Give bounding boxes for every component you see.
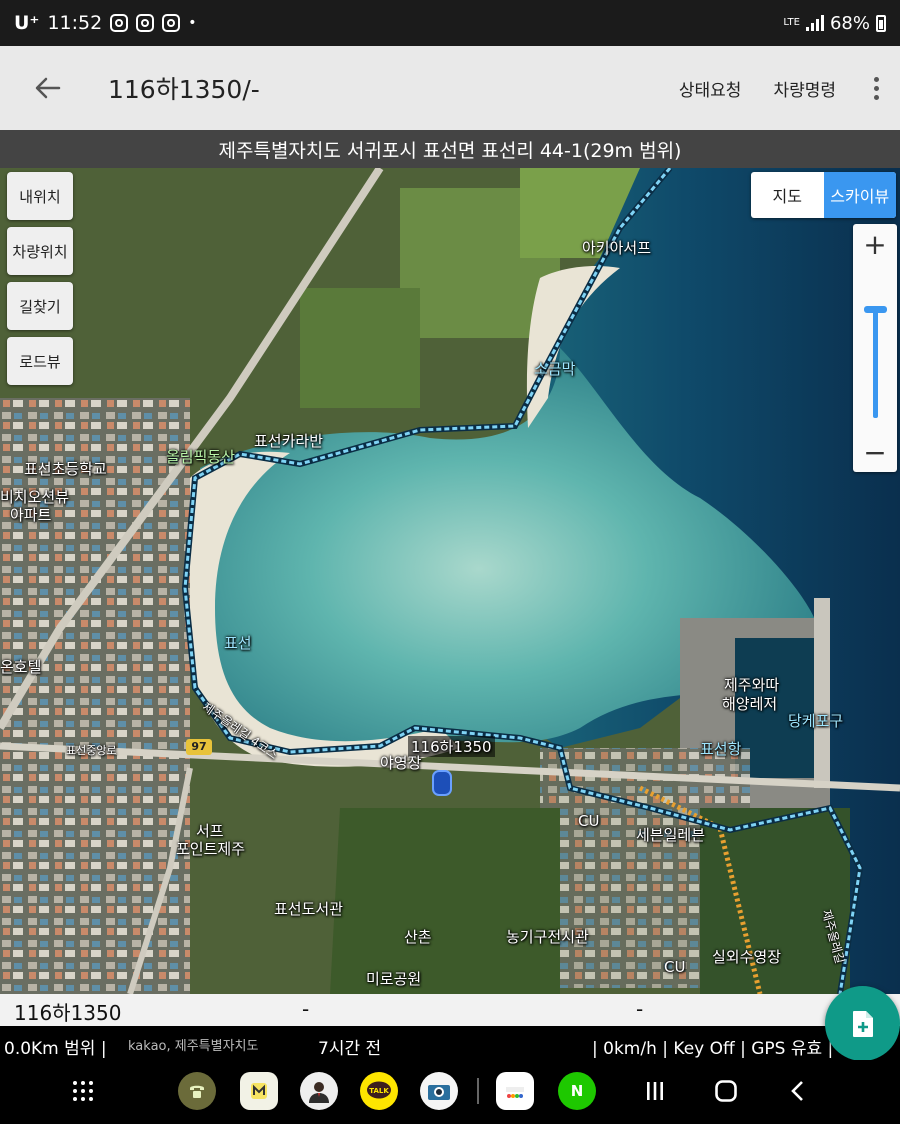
map-label-school: 표선초등학교: [24, 460, 107, 478]
map-label-farm-museum: 농기구전시관: [506, 928, 589, 946]
my-location-button[interactable]: 내위치: [7, 172, 73, 220]
vehicle-command-button[interactable]: 차량명령: [757, 76, 852, 101]
address-bar: 제주특별자치도 서귀포시 표선면 표선리 44-1(29m 범위): [0, 130, 900, 168]
map-label-jejuwa-2: 해양레저: [722, 695, 778, 713]
contacts-app-icon[interactable]: [300, 1072, 338, 1110]
app-header: 116하1350/- 상태요청 차량명령: [0, 46, 900, 130]
dock-divider: [477, 1078, 479, 1104]
add-document-icon: [852, 1010, 873, 1037]
carrier-label: U⁺: [14, 12, 40, 34]
instagram-icon: [110, 14, 129, 32]
vehicle-marker-icon[interactable]: [432, 770, 452, 796]
directions-button[interactable]: 길찾기: [7, 282, 73, 330]
range-text: 0.0Km 범위 |: [4, 1039, 107, 1059]
map-label-library: 표선도서관: [274, 900, 344, 918]
battery-icon: [876, 14, 886, 32]
map-label-jejuwa-1: 제주와따: [724, 676, 780, 694]
kakaotalk-icon[interactable]: TALK: [360, 1072, 398, 1110]
add-document-button[interactable]: [825, 986, 900, 1061]
vehicle-info-bar: 116하1350 - -: [0, 994, 900, 1026]
nav-back-icon[interactable]: [778, 1072, 816, 1110]
map-label-miro-park: 미로공원: [366, 970, 422, 988]
vehicle-location-button[interactable]: 차량위치: [7, 227, 73, 275]
camera-app-icon[interactable]: [420, 1072, 458, 1110]
map-watermark: kakao, 제주특별자치도: [128, 1039, 259, 1054]
agoda-app-icon[interactable]: [496, 1072, 534, 1110]
lte-icon: LTE: [783, 17, 800, 28]
status-request-button[interactable]: 상태요청: [663, 76, 758, 101]
map-label-seopo-2: 포인트제주: [176, 840, 246, 858]
map-view-tab[interactable]: 지도: [751, 172, 824, 218]
recents-icon[interactable]: [636, 1072, 674, 1110]
map-label-campsite: 야영장: [380, 754, 422, 772]
map-label-aki: 아키아서프: [582, 239, 652, 257]
more-options-icon[interactable]: [852, 76, 900, 100]
map-label-cu: CU: [578, 812, 600, 830]
map-label-hotel: 온호텔: [0, 658, 42, 676]
info-plate: 116하1350: [14, 1001, 122, 1025]
zoom-in-button[interactable]: +: [853, 224, 897, 264]
notification-dot: •: [188, 15, 197, 31]
map-label-sanchon: 산촌: [404, 928, 432, 946]
clock: 11:52: [47, 12, 103, 34]
naver-label: N: [571, 1082, 584, 1100]
route-number-badge: 97: [191, 740, 207, 753]
naver-app-icon[interactable]: N: [558, 1072, 596, 1110]
map-label-karaban: 표선카라반: [254, 432, 324, 450]
map-view[interactable]: 아키아서프 소금막 표선카라반 올림픽동산 표선초등학교 비치오션뷰 아파트 온…: [0, 168, 900, 994]
engine-status-text: | 0km/h | Key Off | GPS 유효 |: [592, 1039, 834, 1059]
zoom-slider-thumb[interactable]: [864, 306, 887, 313]
map-label-olympic-park: 올림픽동산: [166, 448, 236, 466]
map-label-pyoseon-port: 표선항: [700, 740, 742, 758]
system-nav-bar: TALK N: [0, 1060, 900, 1124]
map-label-pyoseon-beach: 표선: [224, 634, 252, 652]
map-label-pool: 실외수영장: [712, 948, 782, 966]
map-label-dangke: 당케포구: [788, 712, 844, 730]
back-arrow-icon[interactable]: [0, 46, 96, 130]
map-label-road: 표선중앙로: [66, 744, 117, 757]
memo-app-icon[interactable]: [240, 1072, 278, 1110]
map-type-toggle: 지도 스카이뷰: [751, 172, 896, 218]
zoom-out-button[interactable]: −: [853, 432, 897, 472]
info-field-3: -: [636, 997, 644, 1021]
satellite-map-image: [0, 168, 900, 994]
vehicle-status-line: 0.0Km 범위 | kakao, 제주특별자치도 7시간 전 | 0km/h …: [0, 1026, 900, 1060]
app-drawer-icon[interactable]: [64, 1072, 102, 1110]
zoom-slider-track[interactable]: [873, 306, 878, 418]
map-label-7eleven: 세븐일레븐: [636, 826, 706, 844]
time-ago-text: 7시간 전: [318, 1039, 382, 1059]
signal-icon: [805, 15, 824, 31]
map-label-sogeummak: 소금막: [534, 360, 576, 378]
battery-percent: 68%: [829, 12, 870, 34]
status-bar: U⁺ 11:52 • LTE 68%: [0, 0, 900, 46]
kakaotalk-label: TALK: [369, 1087, 389, 1095]
instagram-icon: [136, 14, 155, 32]
phone-app-icon[interactable]: [178, 1072, 216, 1110]
map-label-apartment-2: 아파트: [10, 506, 52, 524]
page-title: 116하1350/-: [108, 75, 260, 104]
info-field-2: -: [302, 997, 310, 1021]
map-label-cu-2: CU: [664, 958, 686, 976]
instagram-icon: [162, 14, 181, 32]
home-icon[interactable]: [707, 1072, 745, 1110]
skyview-tab[interactable]: 스카이뷰: [823, 172, 896, 218]
roadview-button[interactable]: 로드뷰: [7, 337, 73, 385]
zoom-control: + −: [853, 224, 897, 472]
